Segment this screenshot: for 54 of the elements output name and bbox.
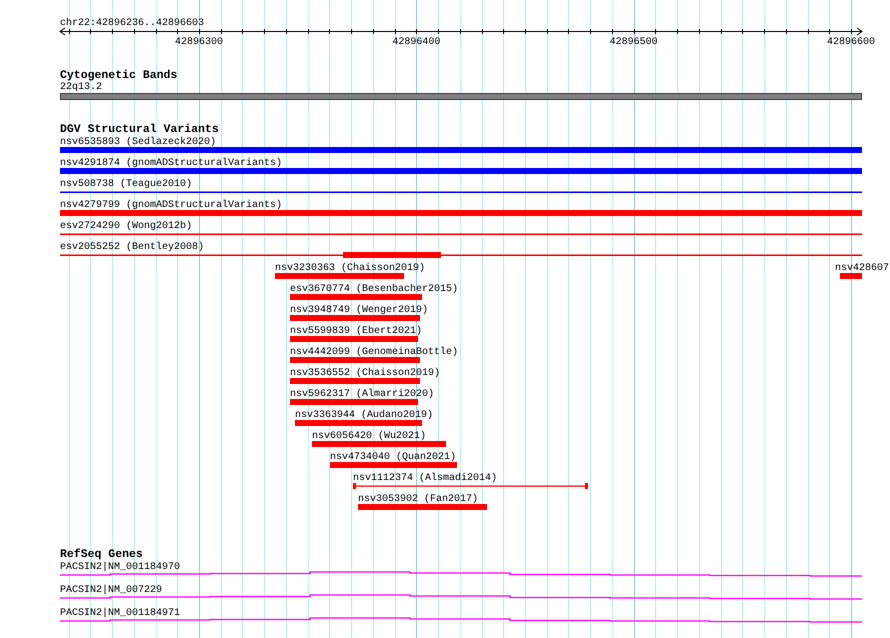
gene-label: PACSIN2|NM_001184971 (60, 608, 180, 619)
variant-bar[interactable] (330, 462, 457, 468)
variant-bar[interactable] (295, 420, 422, 426)
feature-label: nsv4279799 (gnomADStructuralVariants) (60, 200, 282, 211)
variant-line[interactable] (60, 234, 862, 235)
variant-bar[interactable] (60, 147, 862, 153)
feature-label: nsv3230363 (Chaisson2019) (275, 263, 426, 274)
gene-label: PACSIN2|NM_001184970 (60, 562, 180, 573)
variant-bar[interactable] (840, 273, 862, 279)
feature-label: nsv4442099 (GenomeinaBottle) (290, 347, 458, 358)
feature-label: nsv3536552 (Chaisson2019) (290, 368, 440, 379)
location-label: chr22:42896236..42896603 (60, 18, 204, 29)
feature-label: nsv1112374 (Alsmadi2014) (353, 473, 498, 484)
variant-line[interactable] (60, 192, 862, 193)
feature-label: nsv5962317 (Almarri2020) (290, 389, 434, 400)
tick-label: 42896400 (392, 37, 440, 48)
track-title: Cytogenetic Bands (60, 69, 178, 82)
feature-label: nsv5599839 (Ebert2021) (290, 326, 422, 337)
feature-label: esv2055252 (Bentley2008) (60, 242, 204, 253)
variant-bar[interactable] (290, 336, 418, 342)
feature-label: nsv508738 (Teague2010) (60, 179, 192, 190)
tick-label: 42896500 (610, 37, 658, 48)
feature-label: nsv6535893 (Sedlazeck2020) (60, 137, 216, 148)
variant-bar[interactable] (290, 357, 420, 363)
feature-label: nsv6056420 (Wu2021) (312, 431, 426, 442)
variant-bar[interactable] (290, 378, 420, 384)
variant-bar[interactable] (358, 504, 487, 510)
variant-bar[interactable] (60, 168, 862, 174)
variant-bar[interactable] (312, 441, 446, 447)
gene-label: PACSIN2|NM_007229 (60, 585, 162, 596)
track-title: RefSeq Genes (60, 548, 143, 561)
variant-bar[interactable] (290, 294, 422, 300)
variant-bar[interactable] (290, 315, 420, 321)
feature-label: esv2724290 (Wong2012b) (60, 221, 192, 232)
feature-label: nsv4734040 (Quan2021) (330, 452, 456, 463)
transcript-line[interactable] (60, 571, 862, 577)
variant-span[interactable] (353, 483, 588, 489)
cytoband-bar[interactable] (60, 93, 862, 100)
variant-bar[interactable] (60, 210, 862, 216)
tick-label: 42896600 (827, 37, 875, 48)
feature-label: nsv3053902 (Fan2017) (358, 494, 478, 505)
tick-label: 42896300 (175, 37, 223, 48)
feature-label: nsv4291874 (gnomADStructuralVariants) (60, 158, 282, 169)
feature-label: nsv3363944 (Audano2019) (295, 410, 434, 421)
variant-bar[interactable] (290, 399, 418, 405)
feature-label: esv3670774 (Besenbacher2015) (290, 284, 458, 295)
feature-label: nsv428607 (834, 263, 889, 274)
band-label: 22q13.2 (60, 82, 102, 93)
transcript-line[interactable] (60, 617, 862, 623)
transcript-line[interactable] (60, 594, 862, 600)
feature-label: nsv3948749 (Wenger2019) (290, 305, 428, 316)
track-title: DGV Structural Variants (60, 123, 219, 136)
variant-bar[interactable] (275, 273, 404, 279)
variant-bar[interactable] (343, 252, 441, 258)
